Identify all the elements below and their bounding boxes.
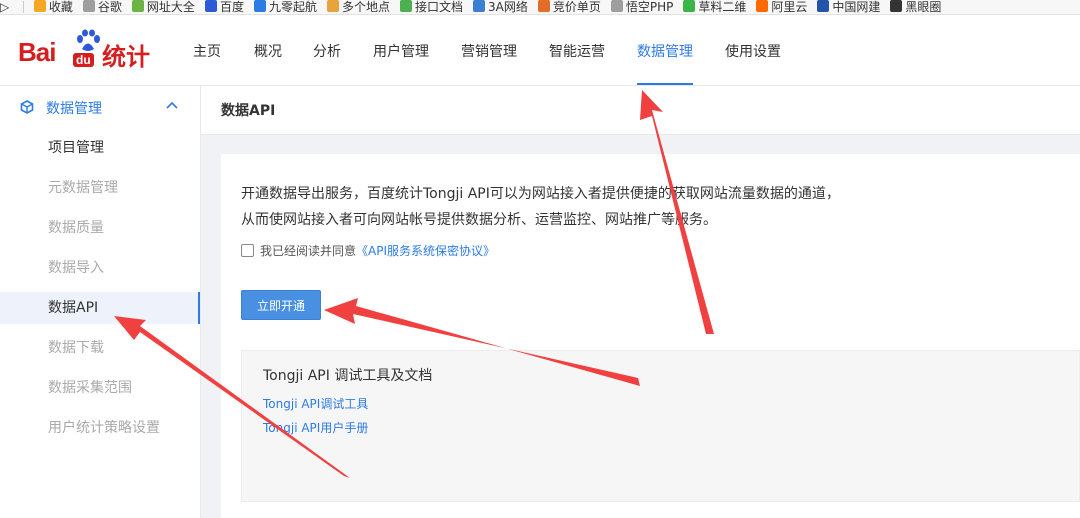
bookmark-item[interactable]: 百度 <box>204 0 244 14</box>
site-icon <box>473 0 485 12</box>
site-icon <box>683 0 696 12</box>
baidu-paw-icon <box>204 0 217 12</box>
nav-item-home[interactable]: 主页 <box>193 15 221 85</box>
baidu-paw-icon <box>77 29 100 51</box>
site-icon <box>399 0 412 12</box>
bookmark-item[interactable]: 悟空PHP <box>610 0 674 14</box>
bookmark-item[interactable]: 草料二维 <box>683 0 746 14</box>
nav-item-smart-operation[interactable]: 智能运营 <box>549 15 605 85</box>
api-tools-title: Tongji API 调试工具及文档 <box>263 368 433 384</box>
bookmark-item[interactable]: 收藏 <box>33 0 73 14</box>
bookmark-label: 百度 <box>219 0 244 14</box>
globe-icon <box>131 0 144 12</box>
bookmark-label: 网址大全 <box>146 0 195 14</box>
nav-item-data-management[interactable]: 数据管理 <box>637 15 693 85</box>
bookmark-item[interactable]: 网址大全 <box>131 0 195 14</box>
bookmark-label: 阿里云 <box>771 0 808 14</box>
bookmark-label: 黑眼圈 <box>905 0 942 14</box>
bookmark-label: 接口文档 <box>414 0 463 14</box>
sidebar-item-data-api[interactable]: 数据API <box>0 292 200 324</box>
api-user-manual-link[interactable]: Tongji API用户手册 <box>263 419 368 436</box>
page-title-bar: 数据API <box>201 86 1080 135</box>
logo-bai-text: Bai <box>18 37 56 67</box>
site-icon <box>817 0 830 12</box>
bookmark-item[interactable]: 中国网建 <box>817 0 880 14</box>
site-icon <box>537 0 550 12</box>
nav-item-marketing[interactable]: 营销管理 <box>461 15 517 85</box>
bookmark-item[interactable]: 九零起航 <box>253 0 317 14</box>
sidebar-item-data-download[interactable]: 数据下载 <box>0 332 200 364</box>
bookmark-item[interactable]: 谷歌 <box>82 0 122 14</box>
bookmarks-divider <box>23 1 25 13</box>
bookmark-item[interactable]: 阿里云 <box>756 0 807 14</box>
agreement-link[interactable]: 《API服务系统保密协议》 <box>356 244 495 258</box>
bookmark-label: 悟空PHP <box>625 0 674 14</box>
chevron-up-icon[interactable] <box>166 101 178 111</box>
sidebar-item-collection-scope[interactable]: 数据采集范围 <box>0 372 200 404</box>
bookmark-item[interactable]: 黑眼圈 <box>890 0 941 14</box>
sidebar-item-data-quality[interactable]: 数据质量 <box>0 212 200 244</box>
bookmark-label: 九零起航 <box>268 0 317 14</box>
sidebar-section-label: 数据管理 <box>46 101 102 117</box>
bookmark-label: 多个地点 <box>341 0 390 14</box>
bookmark-item[interactable]: 竞价单页 <box>537 0 601 14</box>
bookmarks-bar: ▷ 收藏 谷歌 网址大全 百度 九零起航 多个地点 接口文档 3A网络 竞价单页 悟空PHP 草料二… <box>0 0 1080 15</box>
bookmark-label: 竞价单页 <box>552 0 601 14</box>
site-icon <box>326 0 339 12</box>
bookmark-label: 中国网建 <box>832 0 881 14</box>
bookmark-item[interactable]: 多个地点 <box>326 0 390 14</box>
sidebar: 数据管理 项目管理 元数据管理 数据质量 数据导入 数据API 数据下载 数据采… <box>0 86 201 518</box>
data-api-card: 开通数据导出服务，百度统计Tongji API可以为网站接入者提供便捷的获取网站… <box>221 154 1080 518</box>
agreement-row: 我已经阅读并同意《API服务系统保密协议》 <box>241 242 495 259</box>
api-tools-panel: Tongji API 调试工具及文档 Tongji API调试工具 Tongji… <box>241 350 1080 502</box>
nav-item-settings[interactable]: 使用设置 <box>725 15 781 85</box>
description-line-2: 从而使网站接入者可向网站帐号提供数据分析、运营监控、网站推广等服务。 <box>241 212 717 228</box>
panda-icon <box>890 0 903 12</box>
nav-item-user-management[interactable]: 用户管理 <box>373 15 429 85</box>
bookmark-label: 收藏 <box>48 0 73 14</box>
cube-icon <box>20 100 34 114</box>
nav-item-overview[interactable]: 概况 <box>254 15 282 85</box>
sidebar-item-project-management[interactable]: 项目管理 <box>0 132 200 164</box>
sidebar-item-user-stat-policy[interactable]: 用户统计策略设置 <box>0 412 200 444</box>
bookmark-label: 草料二维 <box>698 0 747 14</box>
bookmark-label: 谷歌 <box>97 0 122 14</box>
bookmark-item[interactable]: 接口文档 <box>399 0 463 14</box>
sidebar-item-metadata[interactable]: 元数据管理 <box>0 172 200 204</box>
logo-du-text: du <box>73 53 94 67</box>
api-debug-tool-link[interactable]: Tongji API调试工具 <box>263 395 368 412</box>
page-icon <box>82 0 95 12</box>
sidebar-section-data-management[interactable]: 数据管理 <box>0 86 200 130</box>
bookmark-item[interactable]: 3A网络 <box>473 0 528 14</box>
top-header: Bai du 统计 主页 概况 分析 用户管理 营销管理 智能运营 数据管理 使… <box>0 15 1080 86</box>
open-service-button[interactable]: 立即开通 <box>241 290 321 320</box>
bookmarks-toggle[interactable]: ▷ <box>0 0 9 14</box>
description-line-1: 开通数据导出服务，百度统计Tongji API可以为网站接入者提供便捷的获取网站… <box>241 186 840 202</box>
aliyun-icon <box>756 0 769 12</box>
agree-checkbox[interactable] <box>241 244 254 257</box>
bookmark-label: 3A网络 <box>488 0 528 14</box>
page-title: 数据API <box>221 103 276 119</box>
agree-text: 我已经阅读并同意 <box>260 244 357 258</box>
page-icon <box>610 0 623 12</box>
sidebar-item-data-import[interactable]: 数据导入 <box>0 252 200 284</box>
logo-tongji-text: 统计 <box>102 43 150 71</box>
site-icon <box>253 0 266 12</box>
star-icon <box>33 0 46 12</box>
nav-item-analysis[interactable]: 分析 <box>313 15 341 85</box>
